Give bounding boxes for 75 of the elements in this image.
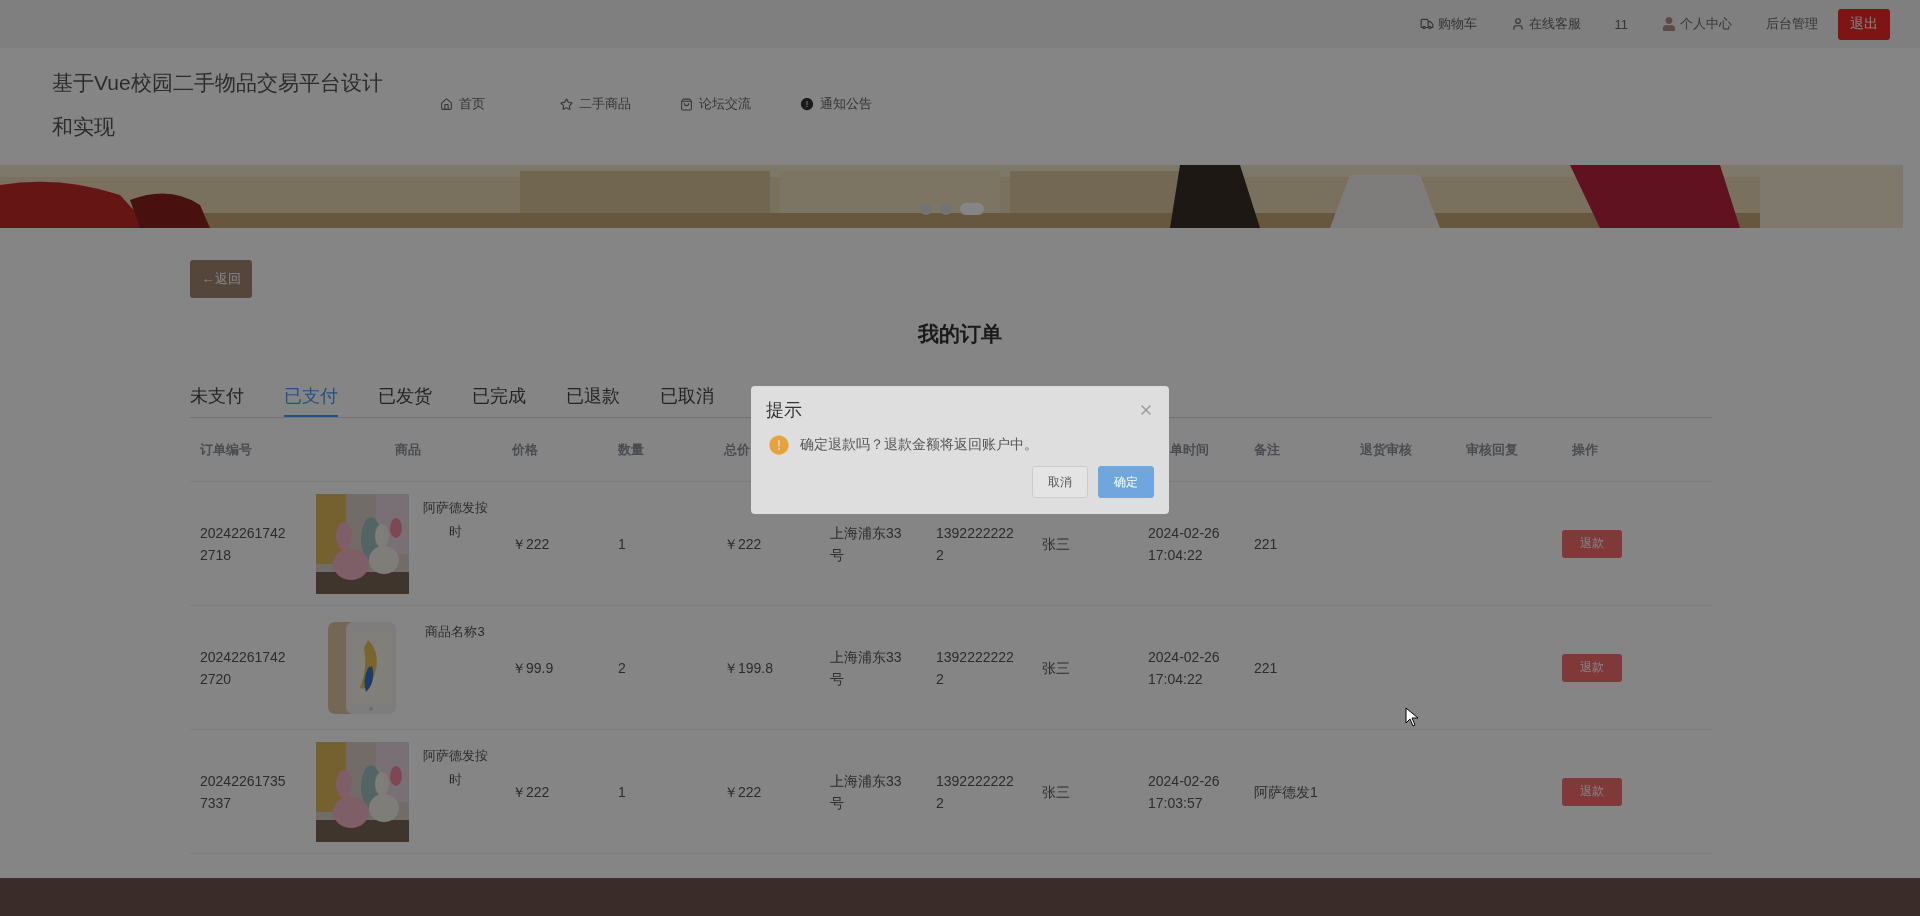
confirm-button[interactable]: 确定: [1098, 466, 1154, 498]
top-link[interactable]: 11: [1614, 16, 1628, 32]
table-cell-text: 上海浦东33号: [829, 647, 903, 689]
logout-button[interactable]: 退出: [1838, 8, 1890, 40]
table-cell-text: 1: [617, 534, 627, 554]
table-cell-text: 阿萨德发1: [1253, 782, 1319, 802]
table-cell-text: 2024-02-26 17:04:22: [1147, 647, 1221, 689]
column-header: 单时间: [1170, 441, 1209, 457]
table-cell-text: 张三: [1041, 658, 1071, 678]
bag-icon: [680, 97, 693, 111]
table-cell-text: 上海浦东33号: [829, 771, 903, 813]
product-name: 阿萨德发按时: [421, 746, 489, 789]
tab[interactable]: 已退款: [566, 382, 620, 417]
dialog-message: 确定退款吗？退款金额将返回账户中。: [800, 436, 1038, 454]
refund-button[interactable]: 退款: [1562, 653, 1622, 682]
column-header: 操作: [1572, 441, 1598, 457]
table-cell-text: ￥222: [511, 782, 551, 802]
table-cell-text: ￥99.9: [511, 658, 555, 678]
user-icon: [1510, 17, 1525, 31]
column-header: 价格: [512, 441, 538, 457]
dialog-title: 提示: [766, 399, 802, 422]
table-cell-text: 202422617422718: [199, 523, 287, 565]
table-cell-text: ￥222: [723, 534, 763, 554]
cancel-button[interactable]: 取消: [1032, 466, 1088, 498]
table-cell-text: 上海浦东33号: [829, 523, 903, 565]
column-header: 总价: [724, 441, 750, 457]
home-icon: [440, 97, 453, 111]
star-icon: [560, 97, 573, 111]
tab[interactable]: 已支付: [284, 382, 338, 417]
table-cell-text: 2024-02-26 17:03:57: [1147, 771, 1221, 813]
tab[interactable]: 未支付: [190, 382, 244, 417]
table-cell-text: 张三: [1041, 782, 1071, 802]
top-link[interactable]: 在线客服: [1510, 15, 1581, 33]
table-cell-text: ￥199.8: [723, 658, 775, 678]
table-cell-text: 13922222222: [935, 523, 1015, 565]
refund-button[interactable]: 退款: [1562, 529, 1622, 558]
table-cell-text: 2024-02-26 17:04:22: [1147, 523, 1221, 565]
nav-link[interactable]: 通知公告: [800, 95, 920, 113]
column-header: 审核回复: [1466, 441, 1518, 457]
table-cell-text: 1: [617, 782, 627, 802]
column-header: 备注: [1254, 441, 1280, 457]
table-cell-text: 13922222222: [935, 771, 1015, 813]
nav-link[interactable]: 论坛交流: [680, 95, 800, 113]
table-cell-text: 202422617422720: [199, 647, 287, 689]
column-header: 订单编号: [200, 441, 252, 457]
column-header: 数量: [618, 441, 644, 457]
top-link[interactable]: 后台管理: [1766, 15, 1818, 33]
table-cell-text: 202422617357337: [199, 771, 287, 813]
table-cell-text: 张三: [1041, 534, 1071, 554]
warning-icon: [768, 434, 790, 456]
nav-link[interactable]: 首页: [440, 95, 560, 113]
back-button[interactable]: ←返回: [190, 260, 252, 298]
nav-link[interactable]: 二手商品: [560, 95, 680, 113]
cursor-icon: [1405, 707, 1419, 727]
refund-button[interactable]: 退款: [1562, 777, 1622, 806]
table-cell-text: ￥222: [511, 534, 551, 554]
table-cell-text: 221: [1253, 534, 1279, 554]
product-name: 商品名称3: [424, 622, 486, 641]
site-title: 基于Vue校园二手物品交易平台设计和实现: [52, 70, 384, 140]
page-title: 我的订单: [916, 321, 1003, 347]
tab[interactable]: 已完成: [472, 382, 526, 417]
tab[interactable]: 已发货: [378, 382, 432, 417]
tab[interactable]: 已取消: [660, 382, 714, 417]
column-header: 商品: [395, 441, 421, 457]
column-header: 退货审核: [1360, 441, 1412, 457]
table-cell-text: 2: [617, 658, 627, 678]
table-cell-text: ￥222: [723, 782, 763, 802]
exclamation-icon: [800, 97, 814, 111]
top-link[interactable]: 个人中心: [1662, 15, 1732, 33]
truck-icon: [1419, 17, 1434, 31]
top-link[interactable]: 购物车: [1419, 15, 1477, 33]
table-cell-text: 13922222222: [935, 647, 1015, 689]
product-name: 阿萨德发按时: [421, 498, 489, 541]
table-cell-text: 221: [1253, 658, 1279, 678]
user-icon: [1662, 17, 1676, 31]
